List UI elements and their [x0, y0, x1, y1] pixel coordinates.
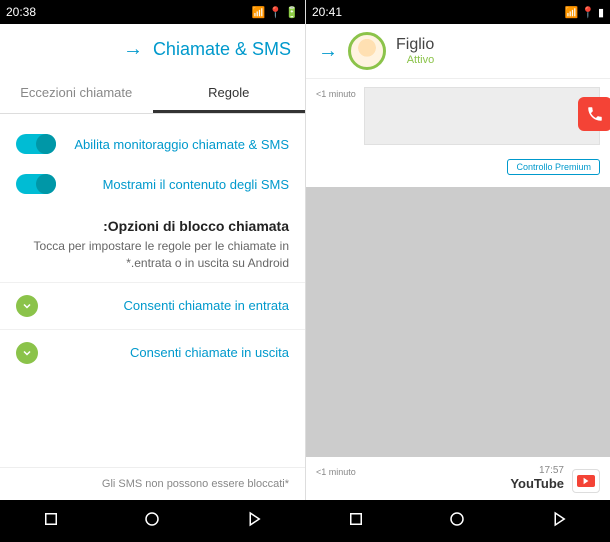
page-title: Chiamate & SMS	[153, 39, 291, 60]
activity-time: <1 minuto	[316, 89, 356, 99]
chevron-down-icon	[16, 342, 38, 364]
back-arrow-icon[interactable]: →	[123, 38, 143, 61]
toggle-show-content[interactable]	[16, 174, 56, 194]
setting-show-content[interactable]: Mostrami il contenuto degli SMS	[0, 164, 305, 204]
tab-exceptions[interactable]: Eccezioni chiamate	[0, 75, 153, 113]
activity-preview	[364, 87, 600, 145]
option-outgoing[interactable]: Consenti chiamate in uscita	[0, 329, 305, 376]
avatar[interactable]	[348, 32, 386, 70]
nav-back-icon[interactable]	[245, 510, 263, 533]
activity-time: <1 minuto	[316, 467, 356, 477]
nav-home-icon[interactable]	[448, 510, 466, 533]
status-bar-right: 20:38 📶📍🔋	[0, 0, 305, 24]
android-nav-bar	[0, 500, 610, 542]
chevron-down-icon	[16, 295, 38, 317]
status-icons: 📶📍▮	[565, 6, 604, 19]
nav-home-icon[interactable]	[143, 510, 161, 533]
status-time: 20:41	[312, 5, 342, 19]
block-section-desc: Tocca per impostare le regole per le chi…	[0, 238, 305, 282]
forward-arrow-icon[interactable]: →	[318, 40, 338, 63]
block-section-title: Opzioni di blocco chiamata:	[0, 204, 305, 238]
phone-icon[interactable]	[578, 97, 610, 131]
status-time: 20:38	[6, 5, 36, 19]
premium-badge[interactable]: Controllo Premium	[507, 159, 600, 175]
profile-header[interactable]: → Figlio Attivo	[306, 24, 610, 79]
activity-item[interactable]: <1 minuto	[306, 79, 610, 153]
screen-title-bar: Chiamate & SMS →	[0, 24, 305, 75]
status-bar-left: 20:41 📶📍▮	[306, 0, 610, 24]
option-incoming[interactable]: Consenti chiamate in entrata	[0, 282, 305, 329]
entry-time: 17:57	[364, 465, 564, 476]
toggle-monitor[interactable]	[16, 134, 56, 154]
nav-recent-icon[interactable]	[42, 510, 60, 533]
tabs: Regole Eccezioni chiamate	[0, 75, 305, 114]
activity-item-youtube[interactable]: <1 minuto 17:57 YouTube	[306, 457, 610, 493]
profile-name: Figlio	[396, 36, 434, 54]
tab-rules[interactable]: Regole	[153, 75, 306, 113]
profile-status: Attivo	[407, 54, 435, 66]
status-icons: 📶📍🔋	[252, 6, 299, 19]
entry-title: YouTube	[364, 476, 564, 491]
setting-monitor[interactable]: Abilita monitoraggio chiamate & SMS	[0, 124, 305, 164]
nav-back-icon[interactable]	[550, 510, 568, 533]
footer-note: *Gli SMS non possono essere bloccati	[0, 467, 305, 500]
nav-recent-icon[interactable]	[347, 510, 365, 533]
map-area[interactable]	[306, 187, 610, 457]
youtube-icon	[572, 469, 600, 493]
